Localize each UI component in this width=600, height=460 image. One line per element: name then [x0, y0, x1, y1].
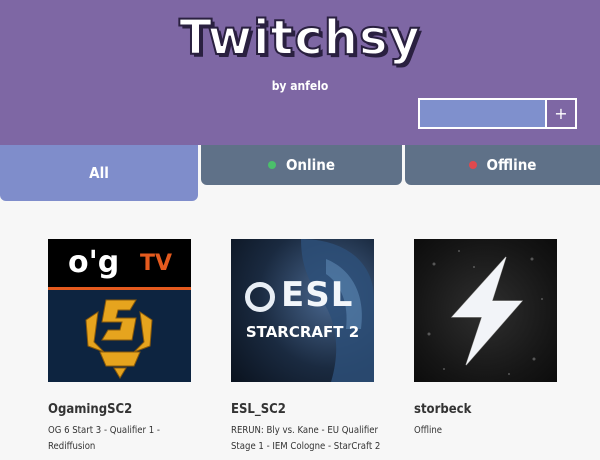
og-logo-text: o'g — [68, 245, 120, 280]
lightning-bolt-icon — [427, 250, 543, 375]
channel-status: Offline — [414, 423, 564, 439]
channel-status: OG 6 Start 3 - Qualifier 1 - Rediffusion — [48, 423, 198, 455]
storbeck-avatar[interactable] — [414, 239, 557, 382]
esl-starcraft-2-logo[interactable]: ESL STARCRAFT 2 — [231, 239, 374, 382]
channel-card-ogamingsc2[interactable]: o'g TV OgamingSC2 OG 6 Start 3 - Qualifi… — [48, 239, 198, 455]
tab-online[interactable]: Online — [201, 145, 402, 185]
channel-card-esl-sc2[interactable]: ESL STARCRAFT 2 ESL_SC2 RERUN: Bly vs. K… — [231, 239, 381, 455]
channel-name[interactable]: ESL_SC2 — [231, 402, 381, 417]
app-header: Twitchsy by anfelo + — [0, 0, 600, 145]
og-tv-starcraft-logo[interactable]: o'g TV — [48, 239, 191, 382]
tab-all-label: All — [89, 164, 109, 182]
tab-all[interactable]: All — [0, 145, 198, 201]
channel-status-line: RERUN: Bly vs. Kane - EU Qualifier — [231, 425, 378, 436]
offline-status-dot-icon — [468, 161, 477, 169]
tab-offline[interactable]: Offline — [405, 145, 600, 185]
channel-status-line: Offline — [414, 425, 443, 436]
tv-logo-text: TV — [140, 251, 173, 276]
starcraft-2-logo-text: STARCRAFT 2 — [245, 323, 360, 341]
add-channel-input[interactable] — [420, 100, 547, 127]
esl-ring-icon — [245, 282, 275, 312]
tab-offline-label: Offline — [486, 156, 537, 174]
channel-name[interactable]: storbeck — [414, 402, 564, 417]
channel-status-line: Stage 1 - IEM Cologne - StarCraft 2 — [231, 441, 381, 452]
channel-status-line: OG 6 Start 3 - Qualifier 1 - Rediffusion — [48, 425, 160, 452]
channel-card-storbeck[interactable]: storbeck Offline — [414, 239, 564, 439]
tab-online-label: Online — [285, 156, 336, 174]
author-byline: by anfelo — [271, 79, 329, 93]
channel-name[interactable]: OgamingSC2 — [48, 402, 198, 417]
starcraft-emblem-icon — [48, 290, 191, 382]
add-channel-form: + — [418, 98, 577, 129]
app-title: Twitchsy — [178, 9, 421, 67]
channel-status: RERUN: Bly vs. Kane - EU Qualifier Stage… — [231, 423, 381, 455]
add-channel-button[interactable]: + — [547, 100, 575, 127]
esl-logo-text: ESL — [281, 275, 354, 315]
online-status-dot-icon — [267, 161, 276, 169]
